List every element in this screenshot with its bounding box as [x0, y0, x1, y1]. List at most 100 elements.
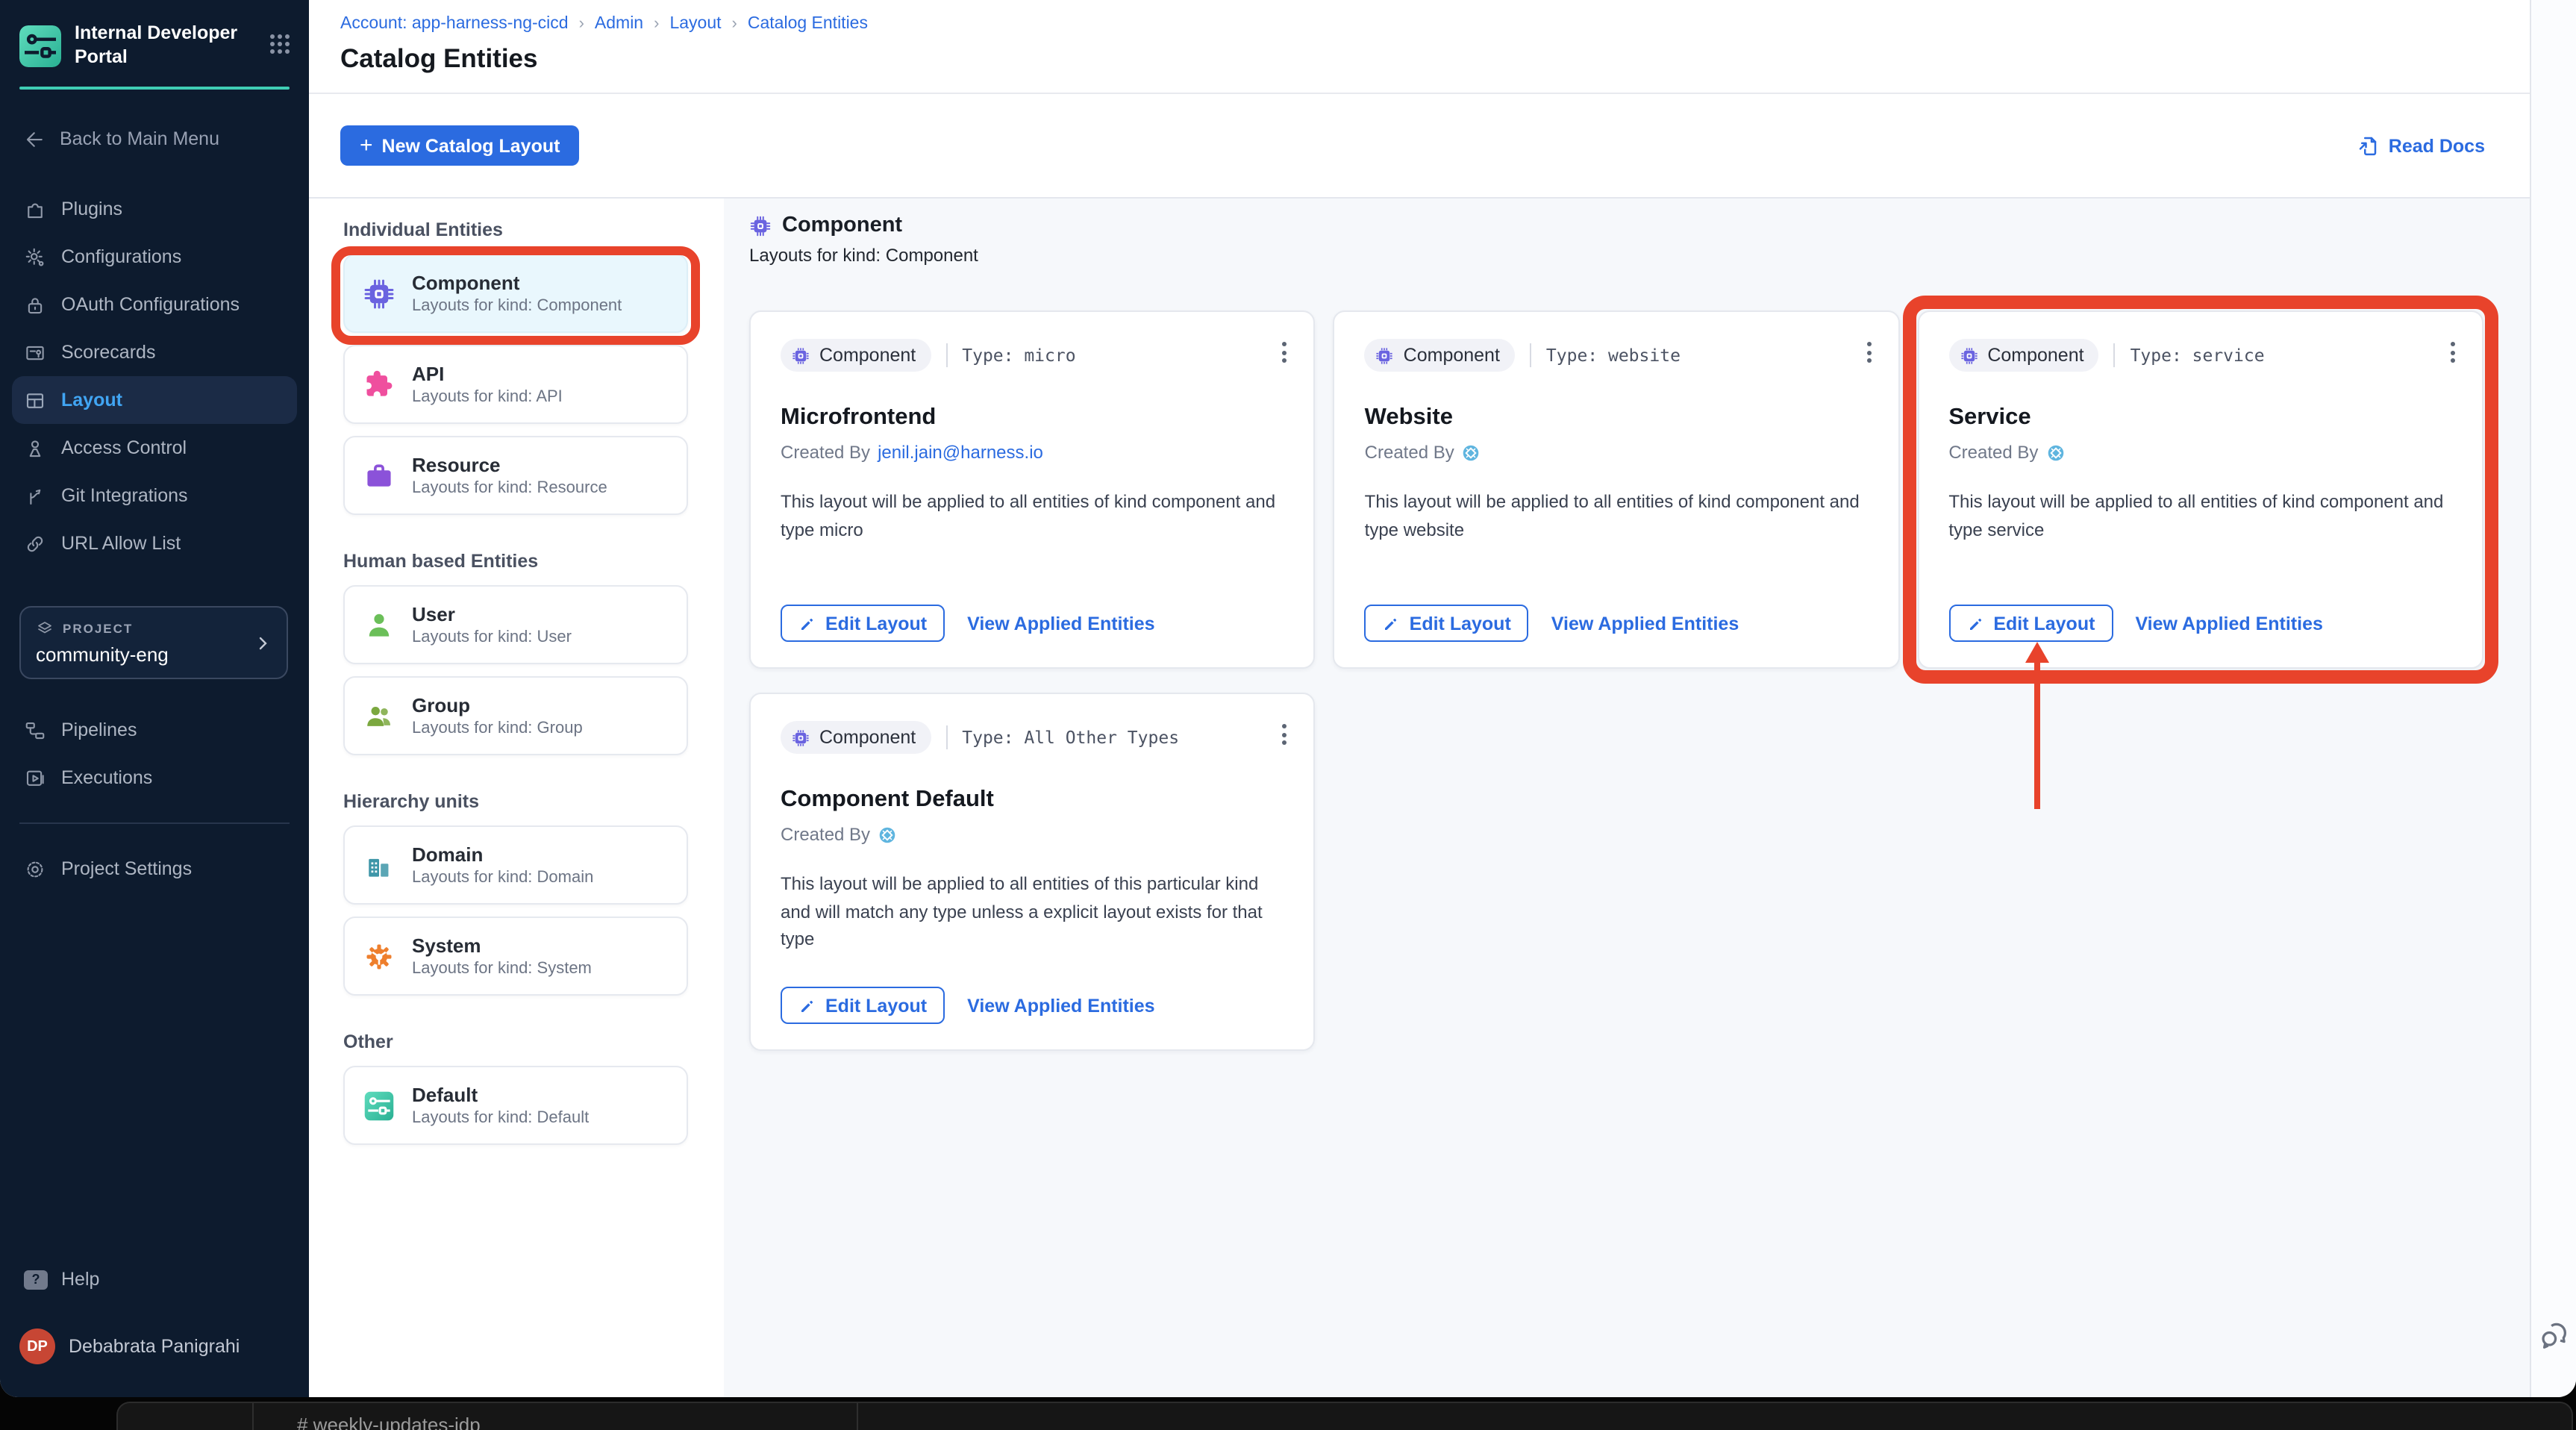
project-selector[interactable]: PROJECT community-eng	[19, 606, 288, 680]
card-menu-kebab-icon[interactable]	[1277, 718, 1293, 751]
back-to-main-menu[interactable]: Back to Main Menu	[0, 123, 309, 156]
layout-type: Type: micro	[945, 343, 1076, 367]
read-docs-label: Read Docs	[2388, 135, 2485, 156]
edit-layout-button[interactable]: Edit Layout	[781, 605, 945, 642]
entity-kind-title: Group	[412, 694, 470, 716]
sidebar-menu: Plugins Configurations OAuth Configurati…	[0, 186, 309, 568]
pencil-icon	[801, 999, 813, 1011]
entity-kind-sub: Layouts for kind: Component	[412, 297, 622, 315]
creator-link[interactable]: jenil.jain@harness.io	[878, 442, 1043, 463]
entity-kind-component[interactable]: Component Layouts for kind: Component	[343, 254, 688, 333]
entity-kind-title: Default	[412, 1084, 478, 1106]
sidebar-item-label: Project Settings	[61, 858, 193, 880]
breadcrumb-layout[interactable]: Layout	[669, 15, 721, 33]
entity-kind-title: Domain	[412, 843, 484, 866]
puzzle-piece-icon	[366, 369, 393, 396]
edit-layout-button[interactable]: Edit Layout	[781, 987, 945, 1024]
toolbar: + New Catalog Layout Read Docs	[309, 94, 2530, 197]
sidebar-item-label: Pipelines	[61, 719, 137, 741]
layout-card-component-default: Component Type: All Other Types Componen…	[749, 693, 1316, 1051]
project-label: PROJECT	[63, 621, 134, 637]
entity-kind-default[interactable]: Default Layouts for kind: Default	[343, 1066, 688, 1145]
layouts-area: Component Layouts for kind: Component Co…	[724, 199, 2530, 1397]
layout-card-microfrontend-wrap: Component Type: micro Microfrontend Crea…	[749, 310, 1316, 669]
edit-layout-button[interactable]: Edit Layout	[1364, 605, 1529, 642]
sidebar-item-scorecards[interactable]: Scorecards	[0, 329, 309, 377]
layout-title: Service	[1948, 405, 2031, 430]
entity-kind-resource[interactable]: Resource Layouts for kind: Resource	[343, 436, 688, 515]
view-applied-entities-link[interactable]: View Applied Entities	[2135, 613, 2322, 634]
help-button[interactable]: Help	[0, 1257, 309, 1302]
puzzle-icon	[28, 202, 43, 218]
app-grid-icon[interactable]	[269, 33, 291, 55]
user-name: Debabrata Panigrahi	[69, 1336, 240, 1357]
chat-bubbles-icon[interactable]	[2537, 1318, 2572, 1352]
chip-icon	[793, 347, 809, 363]
kind-badge-label: Component	[1403, 345, 1500, 366]
git-branch-icon	[30, 489, 41, 505]
layout-card-component-default-wrap: Component Type: All Other Types Componen…	[749, 693, 1316, 1051]
edit-layout-button[interactable]: Edit Layout	[1948, 605, 2113, 642]
chevron-right-icon	[259, 637, 267, 650]
kind-badge: Component	[1364, 339, 1515, 372]
entity-kind-group[interactable]: Group Layouts for kind: Group	[343, 676, 688, 755]
entity-kind-domain[interactable]: Domain Layouts for kind: Domain	[343, 825, 688, 905]
view-applied-entities-link[interactable]: View Applied Entities	[967, 613, 1154, 634]
kind-badge-label: Component	[1987, 345, 2084, 366]
layers-icon	[38, 622, 51, 634]
layout-card-microfrontend: Component Type: micro Microfrontend Crea…	[749, 310, 1316, 669]
page-title: Catalog Entities	[340, 43, 538, 73]
sidebar-item-access-control[interactable]: Access Control	[0, 425, 309, 472]
app-window: Internal Developer Portal Back to Main M…	[0, 0, 2576, 1397]
sidebar-item-label: Git Integrations	[61, 485, 188, 507]
breadcrumb-admin[interactable]: Admin	[595, 15, 643, 33]
layout-title: Microfrontend	[781, 405, 937, 430]
sidebar-item-executions[interactable]: Executions	[0, 755, 309, 802]
sidebar-item-configurations[interactable]: Configurations	[0, 234, 309, 281]
executions-icon	[26, 770, 44, 786]
card-menu-kebab-icon[interactable]	[1277, 336, 1293, 369]
card-menu-kebab-icon[interactable]	[2445, 336, 2461, 369]
breadcrumb-current[interactable]: Catalog Entities	[748, 15, 868, 33]
breadcrumb-account[interactable]: Account: app-harness-ng-cicd	[340, 15, 569, 33]
layout-title: Website	[1364, 405, 1453, 430]
content: Individual Entities Component Layouts fo…	[309, 199, 2530, 1397]
gear-icon	[27, 861, 43, 877]
entity-kind-title: Resource	[412, 454, 501, 476]
entity-kind-user[interactable]: User Layouts for kind: User	[343, 585, 688, 664]
sidebar-item-git-integrations[interactable]: Git Integrations	[0, 472, 309, 520]
kind-badge: Component	[781, 339, 931, 372]
pencil-icon	[1385, 617, 1397, 629]
back-arrow-icon	[26, 131, 43, 147]
read-docs-link[interactable]: Read Docs	[2357, 134, 2485, 157]
entity-kind-system[interactable]: System Layouts for kind: System	[343, 917, 688, 996]
sidebar-menu-project: Pipelines Executions	[0, 707, 309, 802]
created-by-label: Created By	[1364, 442, 1454, 463]
sidebar-item-project-settings[interactable]: Project Settings	[0, 846, 309, 893]
section-heading-human: Human based Entities	[343, 551, 539, 572]
layout-icon	[26, 393, 44, 408]
teal-divider	[19, 87, 290, 90]
docs-icon	[2360, 137, 2378, 156]
view-applied-entities-link[interactable]: View Applied Entities	[967, 995, 1154, 1016]
created-by-row: Created By	[781, 824, 1284, 845]
sidebar-item-pipelines[interactable]: Pipelines	[0, 707, 309, 755]
user-menu[interactable]: DP Debabrata Panigrahi	[0, 1328, 309, 1364]
card-menu-kebab-icon[interactable]	[1860, 336, 1877, 369]
building-icon	[369, 858, 389, 876]
sidebar-item-plugins[interactable]: Plugins	[0, 186, 309, 234]
breadcrumb-separator: ›	[654, 15, 660, 33]
chip-icon	[1960, 347, 1977, 363]
layout-description: This layout will be applied to all entit…	[1364, 491, 1860, 540]
lock-icon	[28, 297, 43, 313]
sidebar-item-layout[interactable]: Layout	[12, 376, 297, 425]
created-by-row: Created By jenil.jain@harness.io	[781, 442, 1284, 463]
sidebar-item-oauth-configurations[interactable]: OAuth Configurations	[0, 281, 309, 329]
view-applied-entities-link[interactable]: View Applied Entities	[1551, 613, 1739, 634]
chip-icon	[793, 729, 809, 746]
main-area: Account: app-harness-ng-cicd › Admin › L…	[309, 0, 2530, 1397]
sidebar-item-url-allow-list[interactable]: URL Allow List	[0, 520, 309, 568]
chip-icon	[364, 278, 394, 308]
entity-kind-api[interactable]: API Layouts for kind: API	[343, 345, 688, 424]
new-catalog-layout-button[interactable]: + New Catalog Layout	[340, 125, 580, 166]
